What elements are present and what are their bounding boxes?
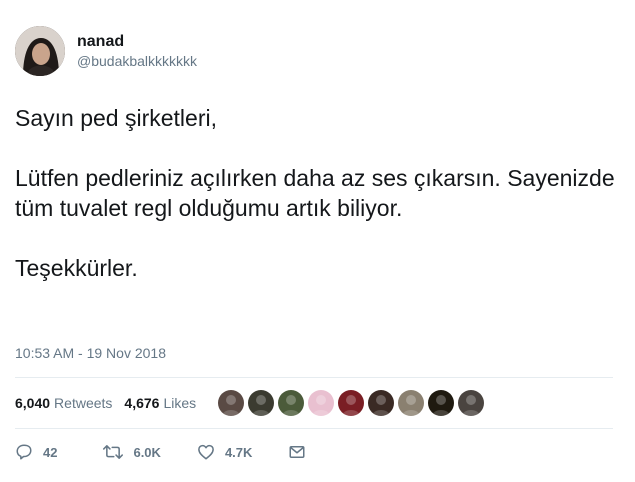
liker-avatar[interactable] (428, 390, 455, 416)
reply-icon (15, 443, 33, 461)
divider (15, 377, 613, 378)
like-count: 4.7K (224, 444, 253, 460)
avatar[interactable] (15, 26, 65, 76)
tweet-header: nanad @budakbalkkkkkkk (15, 25, 197, 77)
likes-label: Likes (163, 395, 197, 411)
likes-stat[interactable]: 4,676 Likes (124, 395, 196, 411)
divider (15, 428, 613, 429)
retweet-icon (103, 443, 124, 461)
liker-avatar[interactable] (308, 390, 335, 416)
retweets-stat[interactable]: 6,040 Retweets (15, 395, 112, 411)
heart-icon (197, 443, 215, 461)
tweet-paragraph: Teşekkürler. (15, 255, 138, 281)
liker-avatar[interactable] (368, 390, 395, 416)
tweet-timestamp[interactable]: 10:53 AM - 19 Nov 2018 (15, 345, 166, 361)
retweet-count: 6.0K (133, 444, 161, 460)
user-handle[interactable]: @budakbalkkkkkkk (77, 52, 197, 70)
direct-message-button[interactable] (288, 443, 306, 461)
tweet-actions: 42 6.0K 4.7K (15, 441, 342, 463)
liker-avatar[interactable] (398, 390, 425, 416)
envelope-icon (288, 443, 306, 461)
reply-count: 42 (43, 444, 58, 460)
liker-avatars (218, 390, 488, 416)
tweet-stats: 6,040 Retweets 4,676 Likes (15, 386, 488, 420)
liker-avatar[interactable] (248, 390, 275, 416)
display-name[interactable]: nanad (77, 32, 197, 52)
tweet-paragraph: Sayın ped şirketleri, (15, 105, 217, 131)
retweet-button[interactable]: 6.0K (103, 443, 161, 461)
liker-avatar[interactable] (278, 390, 305, 416)
liker-avatar[interactable] (218, 390, 245, 416)
tweet-paragraph: Lütfen pedleriniz açılırken daha az ses … (15, 165, 615, 221)
liker-avatar[interactable] (458, 390, 485, 416)
likes-count: 4,676 (124, 395, 160, 411)
retweets-count: 6,040 (15, 395, 51, 411)
like-button[interactable]: 4.7K (197, 443, 252, 461)
liker-avatar[interactable] (338, 390, 365, 416)
tweet-text: Sayın ped şirketleri, Lütfen pedleriniz … (15, 103, 615, 283)
retweets-label: Retweets (54, 395, 113, 411)
reply-button[interactable]: 42 (15, 443, 57, 461)
